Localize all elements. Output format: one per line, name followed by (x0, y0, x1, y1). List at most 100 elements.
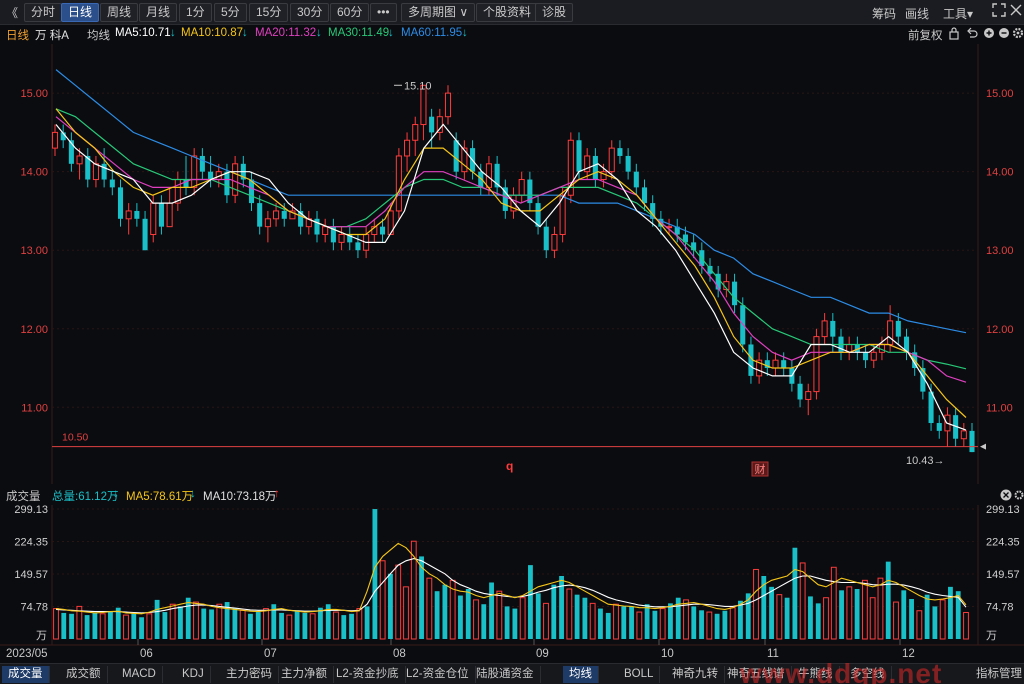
tab-fenshi[interactable]: 分时 (24, 3, 63, 22)
volume-bar (714, 613, 720, 639)
price-tick-left: 12.00 (20, 324, 48, 336)
volume-bar (893, 601, 899, 640)
ma-legend-bar: 日线 万 科A 均线 MA5:10.71 ↓ MA10:10.87 ↓ MA20… (0, 26, 1024, 44)
lock-icon[interactable] (948, 26, 960, 43)
volume-bar (769, 586, 774, 639)
candle-body (732, 281, 738, 306)
tab-30min[interactable]: 30分 (290, 3, 330, 22)
tab-main-code[interactable]: 主力密码 (220, 666, 279, 683)
price-candlestick-chart[interactable]: 15.00 15.00 14.00 14.00 13.00 13.00 12.00 12.00… (0, 44, 1024, 484)
arrow-down-icon: ↓ (388, 27, 394, 39)
candle-body (150, 202, 157, 236)
price-tick-right: 14.00 (986, 167, 1014, 179)
volume-bar (162, 612, 168, 639)
volume-bar (279, 612, 284, 639)
volume-bar (652, 610, 658, 639)
volume-bar (877, 577, 884, 640)
tab-indicator-manage[interactable]: 指标管理 (970, 666, 1024, 683)
settings-gear-icon[interactable] (1014, 489, 1024, 504)
expand-icon[interactable] (992, 3, 1006, 20)
volume-bar (948, 586, 953, 639)
volume-bar (854, 589, 860, 639)
candle-body (518, 179, 525, 196)
volume-bar (839, 590, 844, 639)
ma20-value: MA20:11.32 (255, 27, 317, 39)
candle-body (273, 210, 280, 220)
tab-zhouxian[interactable]: 周线 (100, 3, 139, 22)
volume-bar-chart[interactable]: 299.13 299.13 224.35 224.35 149.57 149.57 74.7… (0, 505, 1024, 663)
volume-ma10: MA10:73.18万 (203, 491, 277, 503)
undo-icon[interactable] (966, 26, 978, 43)
volume-bar (589, 602, 596, 640)
candle-body (551, 234, 558, 251)
tab-turnover[interactable]: 成交额 (60, 666, 108, 683)
candle (567, 132, 574, 204)
volume-bar (388, 573, 393, 639)
tab-macd[interactable]: MACD (116, 666, 163, 683)
candle-body (412, 124, 419, 141)
candle-body (805, 391, 812, 400)
candle-body (633, 171, 639, 188)
tab-boll[interactable]: BOLL (618, 666, 661, 683)
x-tick-label: 08 (393, 648, 406, 660)
volume-bar (255, 612, 261, 639)
zoom-out-icon[interactable] (998, 26, 1010, 43)
candle-body (429, 116, 435, 133)
volume-tick-left: 149.57 (14, 569, 48, 581)
candle-body (960, 430, 967, 440)
candle-body (592, 155, 598, 180)
volume-bar (885, 561, 891, 639)
more-periods-button[interactable]: ••• (370, 3, 397, 22)
candle-body (830, 320, 836, 337)
close-icon[interactable] (1010, 3, 1022, 20)
draw-line-button[interactable]: 画线 (905, 5, 929, 22)
candle-body (887, 320, 894, 345)
tools-dropdown[interactable]: 工具▾ (943, 5, 973, 22)
diagnose-button[interactable]: 诊股 (535, 3, 574, 22)
double-chevron-left-icon[interactable]: 《 (6, 4, 18, 21)
candle-body (76, 155, 83, 165)
volume-bar (333, 611, 339, 640)
volume-bar (924, 594, 930, 639)
tab-main-net[interactable]: 主力净额 (275, 666, 334, 683)
candle-body (109, 179, 115, 188)
stock-info-button[interactable]: 个股资料 (476, 3, 539, 22)
close-pane-icon[interactable] (1000, 489, 1012, 504)
tab-ma-overlay[interactable]: 均线 (563, 666, 599, 683)
tab-5min[interactable]: 5分 (214, 3, 247, 22)
x-tick-label: 10 (661, 648, 674, 660)
tab-60min[interactable]: 60分 (330, 3, 370, 22)
volume-bar (53, 608, 59, 640)
tab-l2-position[interactable]: L2-资金仓位 (400, 666, 476, 683)
multi-period-dropdown[interactable]: 多周期图 ∨ (401, 3, 476, 22)
arrow-down-icon: ↓ (170, 27, 176, 39)
adjust-mode-button[interactable]: 前复权 (908, 27, 943, 43)
volume-bar (644, 604, 650, 639)
volume-bar (504, 606, 510, 639)
zoom-in-icon[interactable] (983, 26, 995, 43)
high-label: 15.10 (404, 80, 432, 92)
chips-button[interactable]: 筹码 (872, 5, 896, 22)
stock-name[interactable]: 万 科A (35, 27, 69, 43)
tab-magic-nine[interactable]: 神奇九转 (666, 666, 725, 683)
volume-bar (691, 606, 697, 639)
tab-1min[interactable]: 1分 (179, 3, 212, 22)
tab-yuexian[interactable]: 月线 (139, 3, 178, 22)
tab-volume[interactable]: 成交量 (2, 666, 50, 683)
tab-l2-bottom[interactable]: L2-资金抄底 (330, 666, 406, 683)
volume-bar (776, 594, 783, 640)
ma-mode-label[interactable]: 均线 (87, 27, 110, 43)
volume-bar (294, 610, 300, 639)
settings-gear-icon[interactable] (1012, 26, 1024, 43)
volume-bar (738, 600, 743, 639)
tab-15min[interactable]: 15分 (249, 3, 289, 22)
arrow-down-icon: ↓ (113, 488, 119, 500)
volume-bar (154, 599, 160, 639)
volume-bar (861, 579, 868, 640)
tab-rixian[interactable]: 日线 (61, 3, 100, 22)
tab-kdj[interactable]: KDJ (176, 666, 211, 683)
volume-bar (426, 577, 433, 640)
volume-bar (901, 590, 907, 639)
volume-tick-right: 149.57 (986, 569, 1020, 581)
tab-northbound[interactable]: 陆股通资金 (470, 666, 541, 683)
